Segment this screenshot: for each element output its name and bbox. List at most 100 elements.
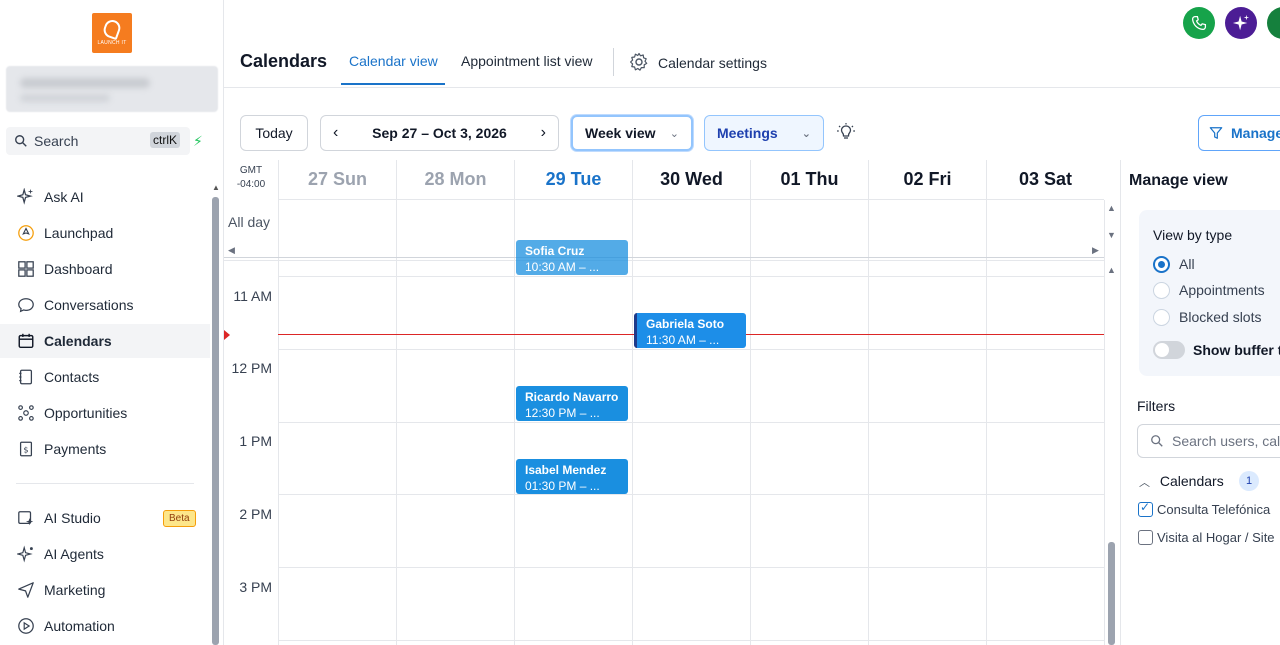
sidebar-item-label: Payments — [44, 441, 107, 457]
manage-view-button-label: Manage — [1231, 125, 1280, 141]
tab-calendar-settings[interactable]: Calendar settings — [629, 52, 767, 72]
filter-icon — [1209, 127, 1223, 139]
date-range-label: Sep 27 – Oct 3, 2026 — [372, 125, 507, 141]
radio-appointments[interactable] — [1153, 282, 1170, 299]
calendar-checkbox[interactable] — [1138, 530, 1153, 545]
scroll-right-arrow[interactable]: ▶ — [1092, 245, 1099, 256]
tab-calendar-view[interactable]: Calendar view — [349, 53, 438, 69]
sidebar-item-label: Automation — [44, 618, 115, 634]
appointment-event[interactable]: Sofia Cruz 10:30 AM – ... — [516, 240, 628, 275]
sidebar-item-marketing[interactable]: Marketing — [0, 573, 210, 607]
sidebar-divider — [16, 483, 194, 484]
current-time-marker — [224, 330, 230, 340]
day-header-thu[interactable]: 01 Thu — [750, 160, 868, 200]
calendar-checkbox[interactable] — [1138, 500, 1153, 517]
appointment-event[interactable]: Ricardo Navarro 12:30 PM – ... — [516, 386, 628, 421]
all-day-scroll-up-arrow[interactable]: ▲ — [1107, 203, 1116, 213]
manage-view-panel: Manage view View by type All Appointment… — [1120, 160, 1280, 645]
view-select[interactable]: Week view ⌄ — [571, 115, 693, 151]
meeting-type-value: Meetings — [717, 125, 778, 141]
chevron-down-icon: ⌄ — [669, 127, 679, 140]
day-header-sat[interactable]: 03 Sat — [986, 160, 1104, 200]
sidebar-item-contacts[interactable]: Contacts — [0, 360, 210, 394]
today-button[interactable]: Today — [240, 115, 308, 151]
timezone-label: GMT -04:00 — [224, 164, 278, 192]
all-day-label: All day — [228, 214, 271, 230]
event-time: 01:30 PM – ... — [525, 479, 600, 493]
day-header-wed[interactable]: 30 Wed — [632, 160, 750, 200]
sidebar-scrollbar[interactable] — [212, 197, 219, 645]
hour-line — [278, 349, 1104, 350]
phone-button[interactable] — [1183, 7, 1215, 39]
show-buffer-label: Show buffer time — [1193, 342, 1280, 358]
grid-scroll-up-arrow[interactable]: ▲ — [1107, 265, 1116, 275]
tab-label: Calendar settings — [658, 54, 767, 71]
sidebar-item-ai-agents[interactable]: AI Agents — [0, 537, 210, 571]
scroll-left-arrow[interactable]: ◀ — [228, 245, 235, 256]
opportunities-icon — [16, 403, 36, 423]
sidebar-item-label: AI Agents — [44, 546, 104, 562]
day-header-tue[interactable]: 29 Tue — [514, 160, 632, 200]
lightbulb-icon[interactable] — [836, 122, 856, 147]
quick-actions-bolt-icon[interactable]: ⚡ — [193, 133, 203, 150]
ai-assistant-button[interactable] — [1225, 7, 1257, 39]
hour-line — [278, 422, 1104, 423]
chevron-down-icon: ⌄ — [801, 127, 811, 140]
sidebar-item-automation[interactable]: Automation — [0, 609, 210, 643]
sidebar-item-label: AI Studio — [44, 510, 101, 526]
sidebar: LAUNCH IT Search ctrlK ⚡ Ask AI Launchpa… — [0, 0, 224, 645]
day-header-mon[interactable]: 28 Mon — [396, 160, 514, 200]
all-day-scroll-down-arrow[interactable]: ▼ — [1107, 230, 1116, 240]
event-name: Sofia Cruz — [525, 244, 585, 258]
search-label: Search — [34, 133, 79, 149]
event-time: 12:30 PM – ... — [525, 406, 600, 420]
sidebar-item-label: Conversations — [44, 297, 134, 313]
prev-week-chevron-icon[interactable]: ‹ — [333, 124, 338, 142]
hour-label: 2 PM — [239, 506, 272, 522]
sidebar-item-launchpad[interactable]: Launchpad — [0, 216, 210, 250]
sidebar-item-label: Marketing — [44, 582, 106, 598]
company-logo[interactable]: LAUNCH IT — [92, 13, 132, 53]
date-range-navigator: ‹ Sep 27 – Oct 3, 2026 › — [320, 115, 559, 151]
hour-line — [278, 640, 1104, 641]
meeting-type-select[interactable]: Meetings ⌄ — [704, 115, 824, 151]
sidebar-item-dashboard[interactable]: Dashboard — [0, 252, 210, 286]
send-icon — [16, 580, 36, 600]
page-header: Calendars Calendar view Appointment list… — [224, 0, 1280, 88]
user-avatar[interactable] — [1267, 7, 1280, 39]
appointment-event[interactable]: Gabriela Soto 11:30 AM – ... — [634, 313, 746, 348]
sidebar-scroll-up-arrow[interactable]: ▲ — [212, 183, 220, 192]
beta-badge: Beta — [163, 510, 196, 527]
radio-all[interactable] — [1153, 256, 1170, 273]
calendars-group-toggle[interactable]: ︿ Calendars — [1139, 473, 1224, 490]
contacts-icon — [16, 367, 36, 387]
filter-search-input[interactable]: Search users, calendars — [1137, 424, 1280, 458]
grid-line — [224, 260, 1104, 261]
next-week-chevron-icon[interactable]: › — [541, 124, 546, 142]
event-time: 11:30 AM – ... — [646, 333, 720, 347]
sidebar-item-ask-ai[interactable]: Ask AI — [0, 180, 210, 214]
show-buffer-toggle[interactable] — [1153, 341, 1185, 359]
hour-label: 3 PM — [239, 579, 272, 595]
manage-view-button[interactable]: Manage — [1198, 115, 1280, 151]
event-name: Isabel Mendez — [525, 463, 607, 477]
calendars-count-badge: 1 — [1239, 471, 1259, 491]
active-tab-indicator — [341, 83, 445, 85]
tab-separator — [613, 48, 614, 76]
appointment-event[interactable]: Isabel Mendez 01:30 PM – ... — [516, 459, 628, 494]
sidebar-item-conversations[interactable]: Conversations — [0, 288, 210, 322]
account-switcher[interactable] — [6, 66, 218, 112]
grid-scrollbar[interactable] — [1108, 542, 1115, 645]
radio-blocked-slots[interactable] — [1153, 309, 1170, 326]
sidebar-item-payments[interactable]: $ Payments — [0, 432, 210, 466]
sidebar-item-calendars[interactable]: Calendars — [0, 324, 210, 358]
search-icon — [15, 135, 27, 147]
day-header-sun[interactable]: 27 Sun — [278, 160, 396, 200]
sidebar-search[interactable]: Search ctrlK — [6, 127, 190, 155]
grid-line — [1104, 200, 1105, 645]
tab-appointment-list-view[interactable]: Appointment list view — [461, 53, 593, 69]
sidebar-item-opportunities[interactable]: Opportunities — [0, 396, 210, 430]
hour-line — [278, 494, 1104, 495]
search-shortcut: ctrlK — [150, 132, 180, 148]
day-header-fri[interactable]: 02 Fri — [868, 160, 986, 200]
